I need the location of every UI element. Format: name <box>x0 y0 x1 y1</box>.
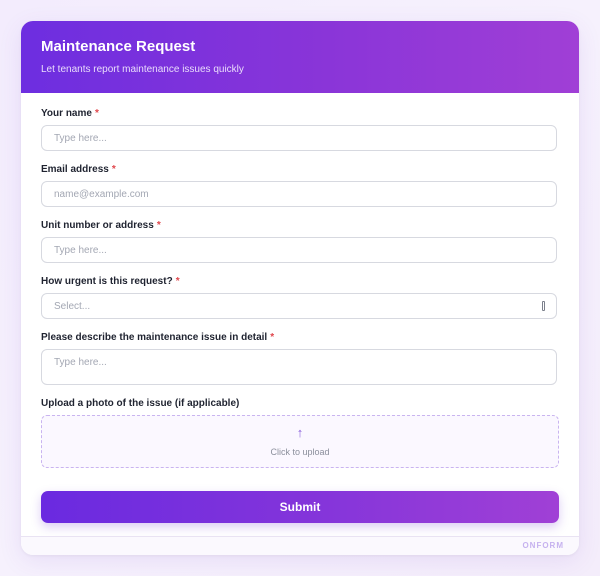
email-input[interactable]: name@example.com <box>41 181 557 207</box>
email-label-text: Email address <box>41 164 109 175</box>
unit-label: Unit number or address * <box>41 220 161 231</box>
description-textarea[interactable]: Type here... <box>41 349 557 385</box>
photo-upload-dropzone[interactable]: ↑ Click to upload <box>41 415 559 468</box>
brand-logo-text[interactable]: ONFORM <box>522 541 564 550</box>
description-textarea-placeholder: Type here... <box>54 357 107 368</box>
required-asterisk: * <box>94 108 99 119</box>
form-title: Maintenance Request <box>41 38 196 55</box>
unit-label-text: Unit number or address <box>41 220 154 231</box>
form-header: Maintenance Request Let tenants report m… <box>21 21 579 93</box>
urgency-label-text: How urgent is this request? <box>41 276 173 287</box>
required-asterisk: * <box>156 220 161 231</box>
required-asterisk: * <box>175 276 180 287</box>
urgency-select-placeholder: Select... <box>54 301 91 312</box>
name-label: Your name * <box>41 108 99 119</box>
submit-button[interactable]: Submit <box>41 491 559 523</box>
required-asterisk: * <box>111 164 116 175</box>
email-input-placeholder: name@example.com <box>54 189 149 200</box>
form-card: Maintenance Request Let tenants report m… <box>21 21 579 555</box>
email-label: Email address * <box>41 164 116 175</box>
name-input[interactable]: Type here... <box>41 125 557 151</box>
name-label-text: Your name <box>41 108 92 119</box>
form-subtitle: Let tenants report maintenance issues qu… <box>41 64 244 75</box>
urgency-label: How urgent is this request? * <box>41 276 180 287</box>
select-caret-icon <box>542 301 545 311</box>
upload-label: Upload a photo of the issue (if applicab… <box>41 398 240 409</box>
name-input-placeholder: Type here... <box>54 133 107 144</box>
form-footer: ONFORM <box>21 537 579 555</box>
unit-input[interactable]: Type here... <box>41 237 557 263</box>
description-label-text: Please describe the maintenance issue in… <box>41 332 268 343</box>
unit-input-placeholder: Type here... <box>54 245 107 256</box>
description-label: Please describe the maintenance issue in… <box>41 332 274 343</box>
required-asterisk: * <box>270 332 275 343</box>
upload-hint: Click to upload <box>270 447 330 457</box>
urgency-select[interactable]: Select... <box>41 293 557 319</box>
upload-arrow-icon: ↑ <box>296 425 304 440</box>
